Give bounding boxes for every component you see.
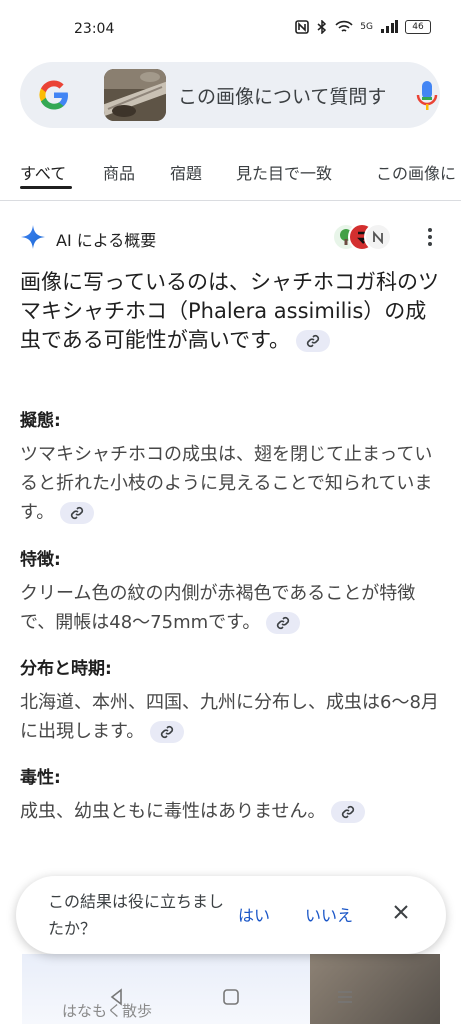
- back-icon[interactable]: [106, 986, 128, 1008]
- citation-link-icon[interactable]: [331, 801, 366, 823]
- source-favicon-n-icon[interactable]: [364, 223, 392, 251]
- ai-overview-header: AI による概要: [20, 222, 440, 252]
- section-body: クリーム色の紋の内側が赤褐色であることが特徴で、開帳は48〜75mmです。: [20, 583, 416, 634]
- citation-link-icon[interactable]: [266, 612, 301, 634]
- nfc-icon: [295, 20, 310, 34]
- ai-summary-text: 画像に写っているのは、シャチホコガ科のツマキシャチホコ（Phalera assi…: [20, 270, 439, 352]
- search-input[interactable]: この画像について質問す: [178, 82, 390, 108]
- section-title: 擬態:: [20, 411, 61, 431]
- feedback-no-button[interactable]: いいえ: [305, 902, 353, 926]
- section-title: 特徴:: [20, 550, 61, 570]
- section-title: 毒性:: [20, 768, 61, 788]
- tab-all[interactable]: すべて: [20, 160, 66, 184]
- system-nav-bar: [0, 972, 461, 1024]
- more-options-icon[interactable]: [418, 224, 442, 250]
- section-body: ツマキシャチホコの成虫は、翅を閉じて止まっていると折れた小枝のように見えることで…: [20, 444, 433, 524]
- search-tabs: すべて 商品 宿題 見た目で一致 この画像に: [0, 148, 461, 190]
- active-tab-indicator: [20, 186, 72, 189]
- status-time: 23:04: [74, 21, 115, 37]
- ai-sparkle-icon: [21, 225, 45, 249]
- microphone-icon[interactable]: [416, 80, 438, 112]
- feedback-yes-button[interactable]: はい: [238, 902, 270, 926]
- section-title: 分布と時期:: [20, 659, 112, 679]
- google-logo-icon[interactable]: [38, 79, 70, 111]
- section-body: 成虫、幼虫ともに毒性はありません。: [20, 797, 440, 826]
- status-bar: 23:04 5G 46: [0, 0, 461, 56]
- citation-link-icon[interactable]: [296, 330, 331, 352]
- battery-icon: 46: [405, 20, 431, 34]
- tab-products[interactable]: 商品: [103, 160, 135, 184]
- bluetooth-icon: [317, 20, 327, 34]
- section-features: 特徴: クリーム色の紋の内側が赤褐色であることが特徴で、開帳は48〜75mmです…: [20, 549, 440, 637]
- status-icons: 5G 46: [295, 20, 431, 34]
- search-bar[interactable]: この画像について質問す: [20, 62, 440, 128]
- tab-homework[interactable]: 宿題: [170, 160, 202, 184]
- section-distribution: 分布と時期: 北海道、本州、四国、九州に分布し、成虫は6〜8月に出現します。: [20, 658, 440, 746]
- feedback-question: この結果は役に立ちましたか？: [48, 892, 225, 938]
- network-label: 5G: [360, 22, 373, 32]
- tab-about-this-image[interactable]: この画像に: [376, 160, 456, 184]
- tabs-divider: [0, 200, 461, 201]
- citation-link-icon[interactable]: [150, 721, 185, 743]
- section-mimicry: 擬態: ツマキシャチホコの成虫は、翅を閉じて止まっていると折れた小枝のように見え…: [20, 410, 440, 527]
- tab-visual-matches[interactable]: 見た目で一致: [236, 160, 332, 184]
- feedback-popup: この結果は役に立ちましたか？ はい いいえ: [16, 876, 446, 954]
- section-body: 北海道、本州、四国、九州に分布し、成虫は6〜8月に出現します。: [20, 692, 439, 743]
- recents-icon[interactable]: [334, 986, 356, 1008]
- signal-icon: [381, 20, 398, 33]
- ai-summary: 画像に写っているのは、シャチホコガ科のツマキシャチホコ（Phalera assi…: [20, 268, 440, 355]
- search-image-thumbnail[interactable]: [104, 69, 166, 121]
- wifi-icon: [335, 20, 353, 32]
- source-favicons[interactable]: [332, 223, 394, 251]
- section-toxicity: 毒性: 成虫、幼虫ともに毒性はありません。: [20, 767, 440, 826]
- close-icon[interactable]: [390, 901, 412, 923]
- citation-link-icon[interactable]: [60, 502, 95, 524]
- ai-overview-title: AI による概要: [56, 231, 157, 250]
- home-icon[interactable]: [220, 986, 242, 1008]
